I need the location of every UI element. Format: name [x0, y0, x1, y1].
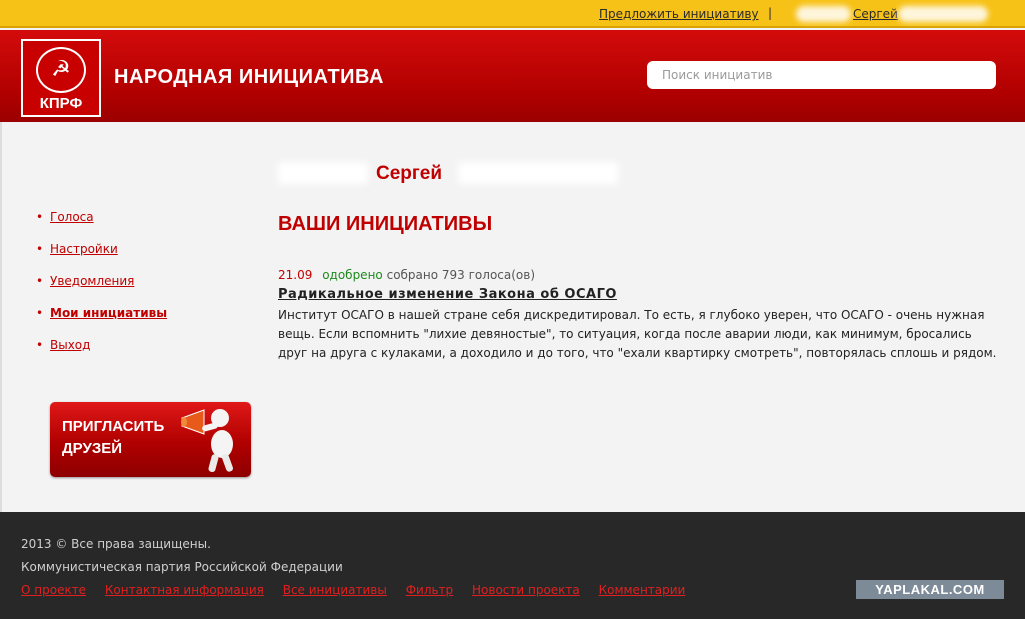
site-footer: 2013 © Все права защищены. Коммунистичес…	[0, 512, 1025, 619]
sidebar-menu: Голоса Настройки Уведомления Мои инициат…	[36, 210, 167, 370]
sidebar-link-logout[interactable]: Выход	[50, 338, 90, 352]
footer-links: О проекте Контактная информация Все иниц…	[21, 583, 700, 597]
user-profile-link[interactable]: Сергей	[853, 7, 898, 21]
footer-link-filter[interactable]: Фильтр	[406, 583, 453, 597]
sidebar-link-my-initiatives[interactable]: Мои инициативы	[50, 306, 167, 320]
blurred-name-left	[796, 6, 851, 22]
sidebar-link-settings[interactable]: Настройки	[50, 242, 118, 256]
party-name: Коммунистическая партия Российской Федер…	[21, 560, 343, 574]
sidebar-item-logout: Выход	[36, 338, 167, 370]
page-title: ВАШИ ИНИЦИАТИВЫ	[278, 213, 493, 235]
initiative-title-link[interactable]: Радикальное изменение Закона об ОСАГО	[278, 287, 998, 306]
footer-link-all-initiatives[interactable]: Все инициативы	[283, 583, 387, 597]
invite-friends-button[interactable]: ПРИГЛАСИТЬ ДРУЗЕЙ	[50, 402, 251, 477]
sidebar-item-settings: Настройки	[36, 242, 167, 274]
initiative-date: 21.09	[278, 268, 313, 282]
blurred-name-right	[898, 6, 988, 22]
footer-link-about[interactable]: О проекте	[21, 583, 86, 597]
footer-link-comments[interactable]: Комментарии	[599, 583, 686, 597]
sidebar-item-votes: Голоса	[36, 210, 167, 242]
sidebar-link-votes[interactable]: Голоса	[50, 210, 94, 224]
user-name-heading: Сергей	[376, 163, 443, 184]
logo-text: КПРФ	[39, 95, 83, 112]
main-content: Голоса Настройки Уведомления Мои инициат…	[0, 122, 1025, 512]
site-header: ☭ КПРФ НАРОДНАЯ ИНИЦИАТИВА	[0, 30, 1025, 122]
suggest-initiative-link[interactable]: Предложить инициативу	[599, 7, 759, 21]
search-input[interactable]	[647, 61, 996, 89]
top-bar: Предложить инициативу | Сергей	[0, 0, 1025, 28]
topbar-separator: |	[768, 6, 773, 20]
initiative-item: 21.09 одобрено собрано 793 голоса(ов) Ра…	[278, 267, 998, 363]
initiative-status-badge: одобрено	[322, 268, 383, 282]
sidebar-item-my-initiatives: Мои инициативы	[36, 306, 167, 338]
initiative-meta: 21.09 одобрено собрано 793 голоса(ов)	[278, 267, 998, 287]
sidebar-item-notifications: Уведомления	[36, 274, 167, 306]
sidebar-link-notifications[interactable]: Уведомления	[50, 274, 134, 288]
initiative-description: Институт ОСАГО в нашей стране себя дискр…	[278, 308, 997, 360]
blurred-username-right	[458, 162, 618, 184]
hammer-sickle-icon: ☭	[36, 47, 86, 93]
megaphone-man-icon	[181, 409, 233, 473]
footer-link-contacts[interactable]: Контактная информация	[105, 583, 264, 597]
invite-friends-label: ПРИГЛАСИТЬ ДРУЗЕЙ	[62, 418, 165, 457]
initiative-votes: собрано 793 голоса(ов)	[386, 268, 536, 282]
blurred-username-left	[278, 162, 368, 184]
kprf-logo[interactable]: ☭ КПРФ	[21, 39, 101, 117]
watermark: YAPLAKAL.COM	[856, 580, 1004, 599]
footer-link-news[interactable]: Новости проекта	[472, 583, 580, 597]
site-title: НАРОДНАЯ ИНИЦИАТИВА	[114, 66, 384, 88]
copyright-text: 2013 © Все права защищены.	[21, 537, 211, 551]
